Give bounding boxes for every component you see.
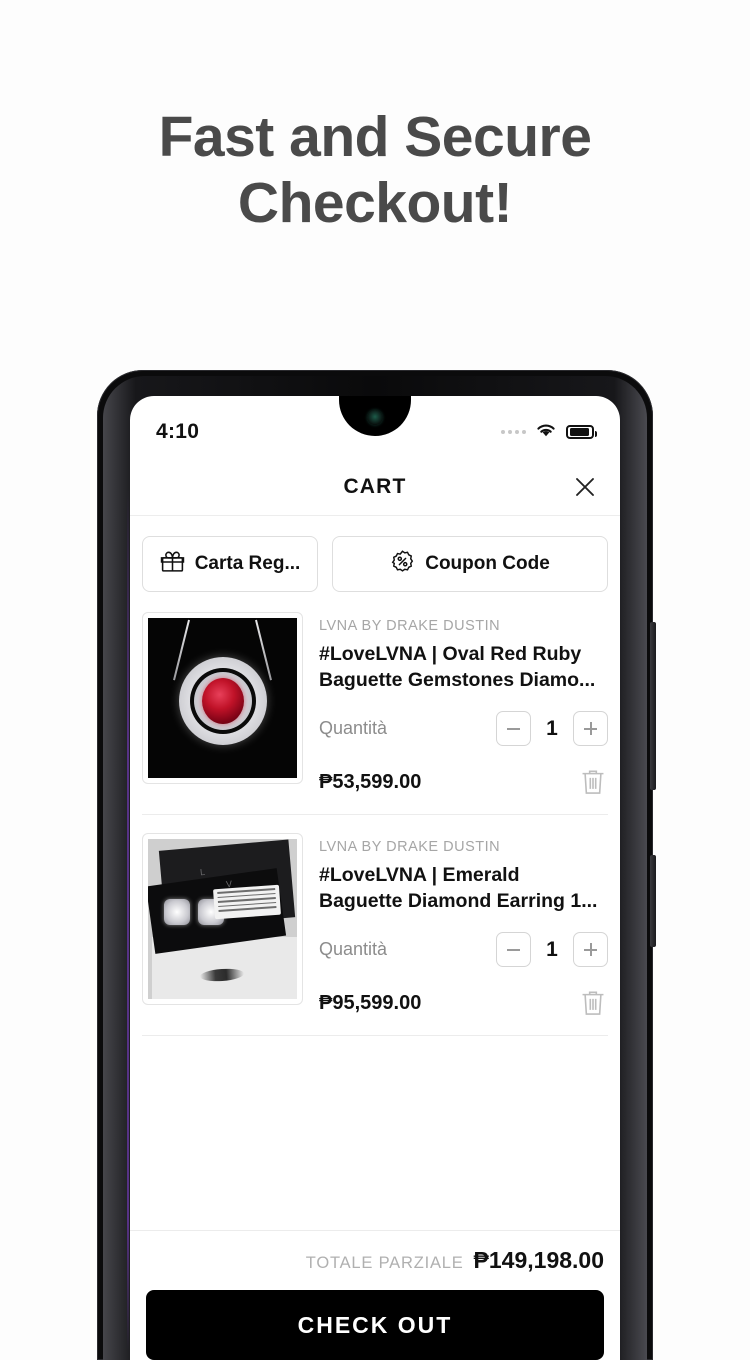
decrease-quantity-button[interactable] xyxy=(496,932,531,967)
power-button[interactable] xyxy=(650,855,656,947)
product-brand: LVNA BY DRAKE DUSTIN xyxy=(319,839,501,855)
phone-screen: 4:10 CART Carta Reg... Coupon Code LVNA … xyxy=(130,396,620,1360)
front-camera-icon xyxy=(367,410,383,425)
remove-item-button[interactable] xyxy=(578,987,608,1019)
product-thumbnail[interactable]: L V A xyxy=(142,833,303,1005)
increase-quantity-button[interactable] xyxy=(573,932,608,967)
ruby-pendant-necklace-image xyxy=(148,618,297,778)
price-row: ₱95,599.00 xyxy=(319,987,608,1019)
gift-card-label: Carta Reg... xyxy=(194,553,301,574)
percent-badge-icon xyxy=(390,549,415,580)
increase-quantity-button[interactable] xyxy=(573,711,608,746)
phone-mockup: 4:10 CART Carta Reg... Coupon Code LVNA … xyxy=(97,370,656,1360)
cart-items-list: LVNA BY DRAKE DUSTIN #LoveLVNA | Oval Re… xyxy=(130,608,620,1036)
page-title: CART xyxy=(343,474,407,498)
cart-item-details: LVNA BY DRAKE DUSTIN #LoveLVNA | Oval Re… xyxy=(319,612,608,798)
checkout-button[interactable]: CHECK OUT xyxy=(146,1290,604,1360)
cart-item-row: LVNA BY DRAKE DUSTIN #LoveLVNA | Oval Re… xyxy=(142,608,608,815)
cart-footer: TOTALE PARZIALE ₱149,198.00 CHECK OUT xyxy=(130,1230,620,1360)
status-indicators xyxy=(501,422,597,443)
subtotal-value: ₱149,198.00 xyxy=(473,1247,604,1273)
product-title[interactable]: #LoveLVNA | Emerald Baguette Diamond Ear… xyxy=(319,862,608,914)
signal-dots-icon xyxy=(501,430,526,434)
coupon-code-label: Coupon Code xyxy=(425,553,550,574)
product-price: ₱53,599.00 xyxy=(319,770,422,793)
coupon-code-button[interactable]: Coupon Code xyxy=(332,536,608,592)
plus-icon xyxy=(584,722,597,735)
headline-line-2: Checkout! xyxy=(237,171,513,235)
cart-header: CART xyxy=(130,458,620,516)
subtotal-label: TOTALE PARZIALE xyxy=(305,1254,464,1272)
product-title[interactable]: #LoveLVNA | Oval Red Ruby Baguette Gemst… xyxy=(319,641,608,693)
quantity-row: Quantità 1 xyxy=(319,932,608,967)
wifi-icon xyxy=(535,422,557,443)
subtotal-row: TOTALE PARZIALE ₱149,198.00 xyxy=(146,1247,604,1274)
minus-icon xyxy=(507,948,520,951)
phone-edge-highlight xyxy=(127,490,129,1350)
cart-item-details: LVNA BY DRAKE DUSTIN #LoveLVNA | Emerald… xyxy=(319,833,608,1019)
headline-line-1: Fast and Secure xyxy=(158,105,592,169)
diamond-earrings-photo-image: L V A xyxy=(148,839,297,999)
product-price: ₱95,599.00 xyxy=(319,991,422,1014)
gift-icon xyxy=(160,549,185,580)
gift-card-button[interactable]: Carta Reg... xyxy=(142,536,318,592)
quantity-value: 1 xyxy=(546,937,558,961)
battery-icon xyxy=(566,425,597,439)
cart-item-row: L V A LVNA BY DRAKE DUSTIN #LoveLVNA | E… xyxy=(142,829,608,1036)
quantity-stepper: 1 xyxy=(496,711,608,746)
close-icon[interactable] xyxy=(570,472,600,502)
quantity-stepper: 1 xyxy=(496,932,608,967)
remove-item-button[interactable] xyxy=(578,766,608,798)
product-thumbnail[interactable] xyxy=(142,612,303,784)
quantity-label: Quantità xyxy=(319,718,388,738)
quantity-value: 1 xyxy=(546,716,558,740)
product-brand: LVNA BY DRAKE DUSTIN xyxy=(319,618,501,634)
decrease-quantity-button[interactable] xyxy=(496,711,531,746)
hero-headline: Fast and Secure Checkout! xyxy=(0,104,750,236)
cart-actions: Carta Reg... Coupon Code xyxy=(130,516,620,608)
plus-icon xyxy=(584,943,597,956)
quantity-row: Quantità 1 xyxy=(319,711,608,746)
price-row: ₱53,599.00 xyxy=(319,766,608,798)
volume-rocker-button[interactable] xyxy=(650,622,656,790)
quantity-label: Quantità xyxy=(319,939,388,959)
minus-icon xyxy=(507,727,520,730)
status-time: 4:10 xyxy=(156,420,200,443)
